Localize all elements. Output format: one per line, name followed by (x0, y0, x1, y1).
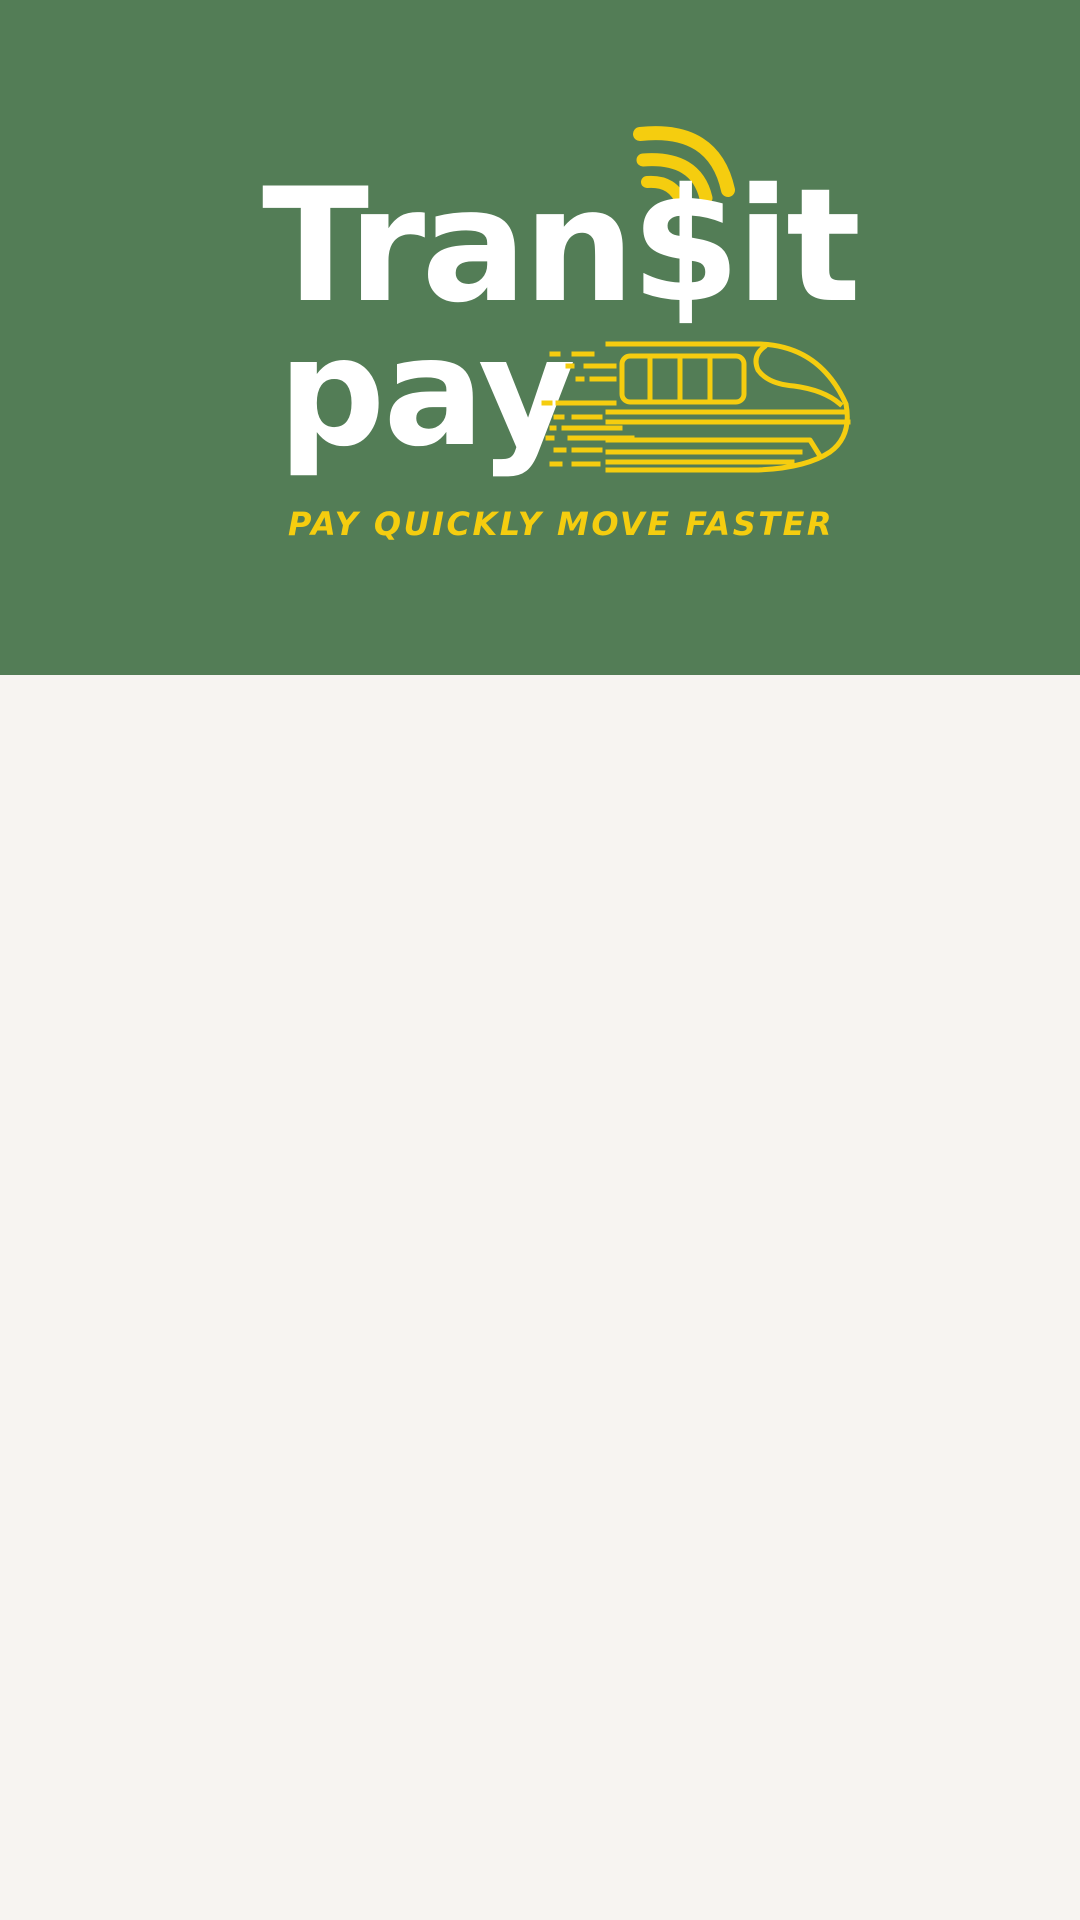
splash-screen: Tran$it pay PAY QUICKLY MOVE FASTER (0, 0, 1080, 1920)
train-icon (541, 341, 851, 473)
app-logo-title: Tran$it (262, 155, 861, 338)
hero-banner: Tran$it pay PAY QUICKLY MOVE FASTER (0, 0, 1080, 675)
app-tagline: PAY QUICKLY MOVE FASTER (288, 505, 835, 543)
app-logo-pay: pay (278, 306, 576, 480)
content-area (0, 675, 1080, 1920)
